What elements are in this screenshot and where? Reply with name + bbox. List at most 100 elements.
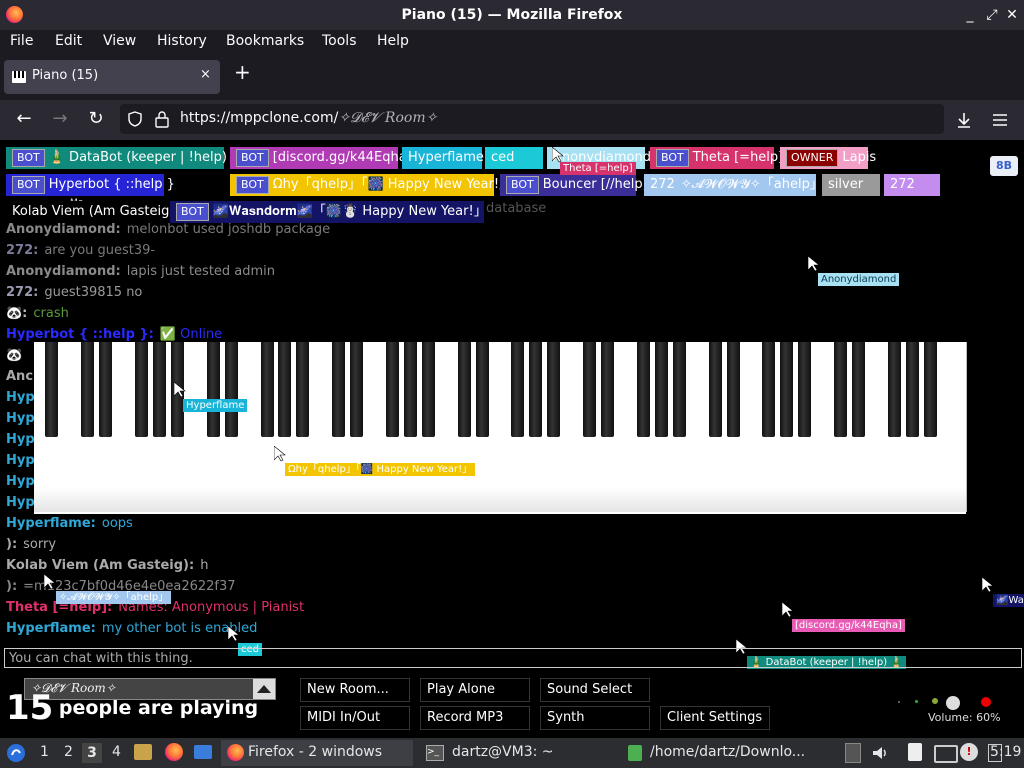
shield-icon[interactable] bbox=[126, 110, 144, 128]
piano-black-key[interactable] bbox=[601, 342, 615, 437]
piano-black-key[interactable] bbox=[81, 342, 95, 437]
user-tag[interactable]: BOT 🌌𝐖𝐚𝐬𝐧𝐝𝐨𝐫𝐦🌌「🎆☃️ Happy New Year!」 bbox=[170, 201, 487, 223]
task-terminal[interactable]: >_ dartz@VM3: ~ bbox=[420, 740, 620, 766]
piano-black-key[interactable] bbox=[385, 342, 399, 437]
network-icon[interactable] bbox=[934, 745, 958, 763]
volume-icon[interactable] bbox=[870, 743, 890, 763]
task-label: Firefox - 2 windows bbox=[248, 744, 383, 760]
show-desktop-icon[interactable] bbox=[194, 745, 212, 759]
user-tag[interactable]: BOT Theta [=help] bbox=[650, 147, 783, 169]
workspace-2[interactable]: 2 bbox=[64, 744, 73, 760]
lock-icon[interactable] bbox=[154, 110, 170, 128]
download-icon[interactable] bbox=[954, 110, 974, 130]
back-icon[interactable]: ← bbox=[12, 108, 36, 129]
user-tag[interactable]: BOT Hyperbot { ::help } bbox=[6, 174, 175, 196]
corner-badge-button[interactable]: 8B bbox=[990, 156, 1018, 176]
user-tag[interactable]: BOT [discord.gg/k44Eqha] bbox=[230, 147, 412, 169]
new-tab-button[interactable]: + bbox=[234, 60, 251, 84]
forward-icon[interactable]: → bbox=[48, 108, 72, 129]
new-room-button[interactable]: New Room... bbox=[300, 678, 410, 702]
user-tag[interactable]: 272 bbox=[884, 174, 940, 196]
firefox-launcher-icon[interactable] bbox=[165, 743, 183, 761]
play-alone-button[interactable]: Play Alone bbox=[420, 678, 530, 702]
piano-black-key[interactable] bbox=[260, 342, 274, 437]
task-firefox[interactable]: Firefox - 2 windows bbox=[221, 740, 413, 766]
piano-black-key[interactable] bbox=[887, 342, 901, 437]
tab-close-icon[interactable]: × bbox=[200, 67, 211, 82]
piano-black-key[interactable] bbox=[511, 342, 525, 437]
close-icon[interactable]: ✕ bbox=[1002, 4, 1022, 26]
url-text[interactable]: https://mppclone.com/✧𝓓𝓔𝓥 Room✧ bbox=[180, 110, 437, 126]
record-mp3-button[interactable]: Record MP3 bbox=[420, 706, 530, 730]
user-tag[interactable]: BOT 🎍 DataBot (keeper | !help) 🎍 bbox=[6, 147, 247, 169]
user-tag[interactable]: Hyperflame bbox=[402, 147, 484, 169]
piano-black-key[interactable] bbox=[780, 342, 794, 437]
midi-button[interactable]: MIDI In/Out bbox=[300, 706, 410, 730]
user-tag[interactable]: ced bbox=[485, 147, 543, 169]
piano-black-key[interactable] bbox=[762, 342, 776, 437]
piano-black-key[interactable] bbox=[403, 342, 417, 437]
user-tag[interactable]: BOT Bouncer [//help] bbox=[500, 174, 648, 196]
user-tag[interactable]: 272 ✧𝓐𝓦𝓞𝓦𝓨✧「ahelp」 bbox=[644, 174, 823, 196]
menu-history[interactable]: History bbox=[157, 33, 207, 49]
piano-black-key[interactable] bbox=[851, 342, 865, 437]
piano-black-key[interactable] bbox=[224, 342, 238, 437]
piano-black-key[interactable] bbox=[529, 342, 543, 437]
piano-black-key[interactable] bbox=[583, 342, 597, 437]
menu-edit[interactable]: Edit bbox=[55, 33, 82, 49]
file-manager-icon[interactable] bbox=[134, 744, 152, 760]
alert-icon[interactable]: ! bbox=[960, 743, 978, 761]
piano-black-key[interactable] bbox=[905, 342, 919, 437]
piano-black-key[interactable] bbox=[206, 342, 220, 437]
piano-black-key[interactable] bbox=[834, 342, 848, 437]
chat-text: oops bbox=[101, 516, 133, 531]
piano-black-key[interactable] bbox=[654, 342, 668, 437]
piano-black-key[interactable] bbox=[708, 342, 722, 437]
piano-black-key[interactable] bbox=[45, 342, 59, 437]
piano-keyboard[interactable] bbox=[34, 342, 967, 514]
maximize-icon[interactable]: ⤢ bbox=[982, 4, 1002, 26]
menu-file[interactable]: File bbox=[10, 33, 33, 49]
piano-black-key[interactable] bbox=[332, 342, 346, 437]
piano-black-key[interactable] bbox=[923, 342, 937, 437]
piano-black-key[interactable] bbox=[457, 342, 471, 437]
piano-black-key[interactable] bbox=[547, 342, 561, 437]
piano-black-key[interactable] bbox=[152, 342, 166, 437]
reload-icon[interactable]: ↻ bbox=[84, 108, 108, 129]
task-files[interactable]: /home/dartz/Downlo... bbox=[624, 740, 844, 766]
piano-black-key[interactable] bbox=[475, 342, 489, 437]
piano-black-key[interactable] bbox=[672, 342, 686, 437]
tab-piano[interactable]: Piano (15) × bbox=[4, 60, 220, 94]
piano-white-key[interactable] bbox=[948, 342, 967, 512]
minimize-icon[interactable]: _ bbox=[960, 4, 980, 26]
user-tag[interactable]: Kolab Viem (Am Gasteig) bbox=[6, 201, 174, 223]
menu-view[interactable]: View bbox=[103, 33, 136, 49]
piano-black-key[interactable] bbox=[636, 342, 650, 437]
user-tag[interactable]: BOT Ωhy「qhelp」「🎆 Happy New Year!」 bbox=[230, 174, 512, 196]
synth-button[interactable]: Synth bbox=[540, 706, 650, 730]
volume-knob[interactable] bbox=[946, 696, 960, 710]
piano-black-key[interactable] bbox=[726, 342, 740, 437]
menu-help[interactable]: Help bbox=[377, 33, 409, 49]
sound-select-button[interactable]: Sound Select bbox=[540, 678, 650, 702]
piano-black-key[interactable] bbox=[350, 342, 364, 437]
piano-black-key[interactable] bbox=[421, 342, 435, 437]
user-tag[interactable]: silver bbox=[822, 174, 880, 196]
workspace-3-active[interactable]: 3 bbox=[82, 743, 102, 763]
hamburger-menu-icon[interactable] bbox=[990, 110, 1010, 130]
piano-black-key[interactable] bbox=[278, 342, 292, 437]
user-tag[interactable]: OWNER Lapis bbox=[780, 147, 876, 169]
menu-tools[interactable]: Tools bbox=[322, 33, 357, 49]
workspace-4[interactable]: 4 bbox=[112, 744, 121, 760]
chat-input[interactable]: You can chat with this thing. bbox=[4, 648, 1022, 668]
piano-black-key[interactable] bbox=[798, 342, 812, 437]
workspace-1[interactable]: 1 bbox=[40, 744, 49, 760]
menu-bookmarks[interactable]: Bookmarks bbox=[226, 33, 304, 49]
start-menu-icon[interactable] bbox=[6, 743, 26, 763]
client-settings-button[interactable]: Client Settings bbox=[660, 706, 770, 730]
piano-black-key[interactable] bbox=[135, 342, 149, 437]
piano-black-key[interactable] bbox=[296, 342, 310, 437]
clipboard-icon[interactable] bbox=[908, 743, 922, 761]
piano-black-key[interactable] bbox=[99, 342, 113, 437]
scroll-indicator-icon[interactable] bbox=[845, 743, 861, 763]
